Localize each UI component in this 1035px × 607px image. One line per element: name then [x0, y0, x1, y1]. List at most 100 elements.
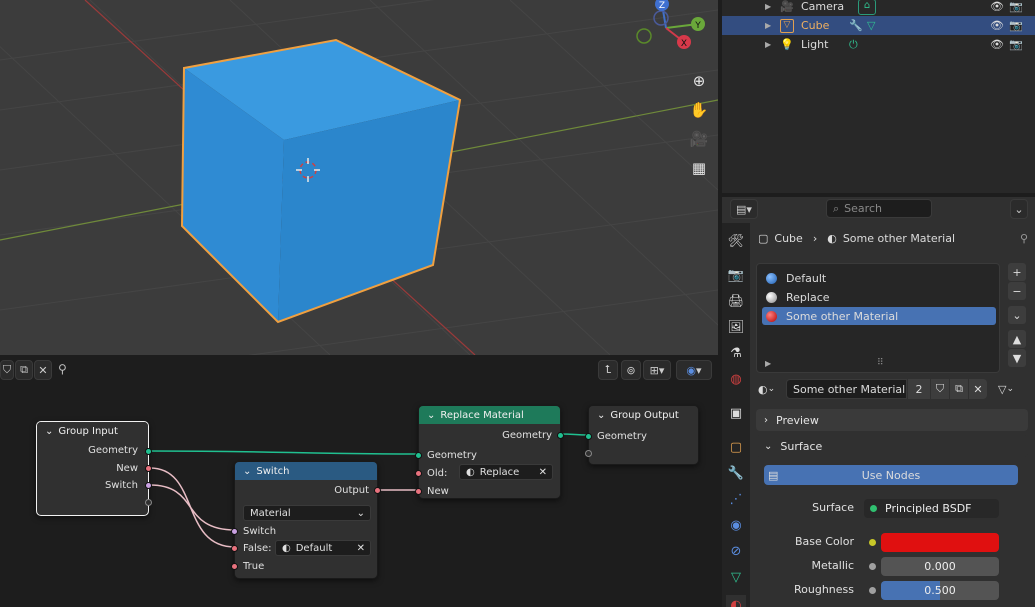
camera-icon[interactable]: 🎥 [686, 126, 712, 152]
switch-title[interactable]: ⌄ Switch [235, 462, 377, 480]
roughness-label: Roughness [793, 583, 854, 596]
material-tab-icon[interactable]: ◐ [726, 595, 746, 607]
group-output-node[interactable]: ⌄ Group Output Geometry [585, 405, 699, 465]
add-slot-button[interactable]: + [1008, 263, 1026, 281]
false-material-field[interactable]: ◐ Default ✕ [275, 540, 371, 556]
physics-tab-icon[interactable]: ◉ [726, 515, 746, 535]
visibility-eye-icon[interactable]: 👁 [990, 0, 1004, 13]
surface-panel-header[interactable]: ⌄ Surface [756, 435, 1028, 457]
group-output-title[interactable]: ⌄ Group Output [589, 406, 698, 424]
modifiers-tab-icon[interactable]: 🔧 [726, 463, 746, 483]
material-slot-replace[interactable]: Replace [762, 288, 996, 306]
material-slot-list[interactable]: Default Replace Some other Material ▶ ⠿ [756, 263, 1000, 373]
empty-output-socket[interactable] [145, 499, 152, 506]
link-mode-dropdown[interactable]: ▽ ⌄ [998, 379, 1028, 399]
metallic-slider[interactable]: 0.000 [881, 557, 999, 576]
group-input-node[interactable]: ⌄ Group Input Geometry New Switch [36, 421, 152, 516]
light-data-icon: ⏻ [849, 37, 858, 51]
switch-output-socket[interactable] [145, 482, 152, 489]
replace-material-node[interactable]: ⌄ Replace Material Geometry Geometry Old:… [415, 405, 564, 499]
slot-specials-button[interactable]: ⌄ [1008, 306, 1026, 324]
data-tab-icon[interactable]: ▽ [726, 567, 746, 587]
outliner-row-camera[interactable]: ▶ 🎥 Camera ⌂ 👁 📷 [722, 0, 1035, 16]
group-input-title[interactable]: ⌄ Group Input [37, 422, 148, 440]
render-tab-icon[interactable]: 📷 [726, 265, 746, 285]
replace-geometry-input-socket[interactable] [415, 452, 422, 459]
world-tab-icon[interactable]: ◍ [726, 369, 746, 389]
breadcrumb: ▢ Cube › ◐ Some other Material ⚲ [758, 230, 1028, 246]
editor-type-dropdown[interactable]: ▤▾ [730, 199, 758, 219]
preview-panel-header[interactable]: › Preview [756, 409, 1028, 431]
group-output-geometry-socket[interactable] [585, 433, 592, 440]
new-input-socket[interactable] [415, 488, 422, 495]
replace-material-title[interactable]: ⌄ Replace Material [419, 406, 560, 424]
resize-handle-icon[interactable]: ⠿ [877, 358, 884, 368]
base-color-swatch[interactable] [881, 533, 999, 552]
object-tab-icon[interactable]: ▢ [726, 437, 746, 457]
options-chevron-icon[interactable]: ⌄ [1010, 199, 1028, 219]
gizmo-x-label: X [681, 39, 687, 49]
render-camera-icon[interactable]: 📷 [1009, 0, 1023, 13]
search-input[interactable]: ⌕ Search [826, 199, 932, 218]
move-slot-down-button[interactable]: ▼ [1008, 349, 1026, 367]
switch-input-socket[interactable] [231, 528, 238, 535]
render-camera-icon[interactable]: 📷 [1009, 19, 1023, 32]
switch-output-socket[interactable] [374, 487, 381, 494]
color-socket-icon [869, 539, 876, 546]
material-slot-default[interactable]: Default [762, 269, 996, 287]
geometry-output-socket[interactable] [145, 448, 152, 455]
filter-expand-icon[interactable]: ▶ [765, 359, 771, 368]
view-layer-tab-icon[interactable]: 🖼 [726, 317, 746, 337]
grid-icon[interactable]: ▦ [686, 155, 712, 181]
new-output-socket[interactable] [145, 465, 152, 472]
properties-editor[interactable]: ▤▾ ⌕ Search ⌄ 🛠 📷 🖨 🖼 ⚗ ◍ ▣ ▢ 🔧 ⋰ ◉ ⊘ ▽ ◐… [722, 197, 1035, 607]
old-material-field[interactable]: ◐ Replace ✕ [459, 464, 553, 480]
expand-arrow-icon: ▶ [765, 21, 772, 30]
true-input-socket[interactable] [231, 563, 238, 570]
tool-tab-icon[interactable]: 🛠 [726, 231, 746, 251]
outliner-row-cube[interactable]: ▶ ▽ Cube 🔧 ▽ 👁 📷 [722, 16, 1035, 35]
group-output-empty-socket[interactable] [585, 450, 592, 457]
search-icon: ⌕ [833, 201, 840, 215]
output-tab-icon[interactable]: 🖨 [726, 291, 746, 311]
particles-tab-icon[interactable]: ⋰ [726, 489, 746, 509]
use-nodes-button[interactable]: ▤ Use Nodes [764, 465, 1018, 485]
switch-type-select[interactable]: Material ⌄ [243, 505, 371, 521]
unlink-icon[interactable]: ✕ [969, 379, 987, 399]
material-preview-icon [766, 272, 777, 284]
false-input-socket[interactable] [231, 545, 238, 552]
remove-slot-button[interactable]: − [1008, 282, 1026, 300]
visibility-eye-icon[interactable]: 👁 [990, 38, 1004, 51]
user-count[interactable]: 2 [908, 379, 930, 399]
fake-user-shield-icon[interactable]: ⛉ [931, 379, 949, 399]
duplicate-icon[interactable]: ⧉ [950, 379, 968, 399]
zoom-icon[interactable]: ⊕ [686, 68, 712, 94]
switch-node[interactable]: ⌄ Switch Output Material ⌄ Switch False: ◐… [231, 461, 381, 579]
material-name-input[interactable]: Some other Material [786, 379, 907, 399]
cube-object [180, 38, 462, 324]
surface-shader-field[interactable]: Principled BSDF [864, 499, 999, 518]
replace-old-label: Old: [427, 468, 448, 479]
constraints-tab-icon[interactable]: ⊘ [726, 541, 746, 561]
replace-geometry-output-socket[interactable] [557, 432, 564, 439]
collection-tab-icon[interactable]: ▣ [726, 403, 746, 423]
switch-input-false-label: False: [243, 543, 272, 554]
group-input-switch-label: Switch [104, 480, 138, 491]
render-camera-icon[interactable]: 📷 [1009, 38, 1023, 51]
pin-icon[interactable]: ⚲ [1020, 232, 1028, 245]
geometry-node-editor[interactable]: ⛉ ⧉ ✕ ⚲ ⮤ ⊚ ⊞▾ ◉ ▾ ⌄ Group Input Geometry … [0, 357, 718, 607]
breadcrumb-object: Cube [774, 231, 803, 245]
outliner-row-light[interactable]: ▶ 💡 Light ⏻ 👁 📷 [722, 35, 1035, 54]
properties-tab-column: 🛠 📷 🖨 🖼 ⚗ ◍ ▣ ▢ 🔧 ⋰ ◉ ⊘ ▽ ◐ [722, 223, 750, 607]
hand-icon[interactable]: ✋ [686, 97, 712, 123]
material-slot-some-other[interactable]: Some other Material [762, 307, 996, 325]
scene-tab-icon[interactable]: ⚗ [726, 343, 746, 363]
old-input-socket[interactable] [415, 470, 422, 477]
roughness-slider[interactable]: 0.500 [881, 581, 999, 600]
outliner[interactable]: ▶ 🎥 Camera ⌂ 👁 📷 ▶ ▽ Cube 🔧 ▽ 👁 📷 ▶ 💡 Li… [722, 0, 1035, 193]
visibility-eye-icon[interactable]: 👁 [990, 19, 1004, 32]
modifier-wrench-icon: 🔧 [849, 19, 863, 32]
move-slot-up-button[interactable]: ▲ [1008, 330, 1026, 348]
3d-viewport[interactable]: Z Y X ⊕ ✋ 🎥 ▦ [0, 0, 718, 355]
browse-material-button[interactable]: ◐ ⌄ [758, 379, 784, 399]
